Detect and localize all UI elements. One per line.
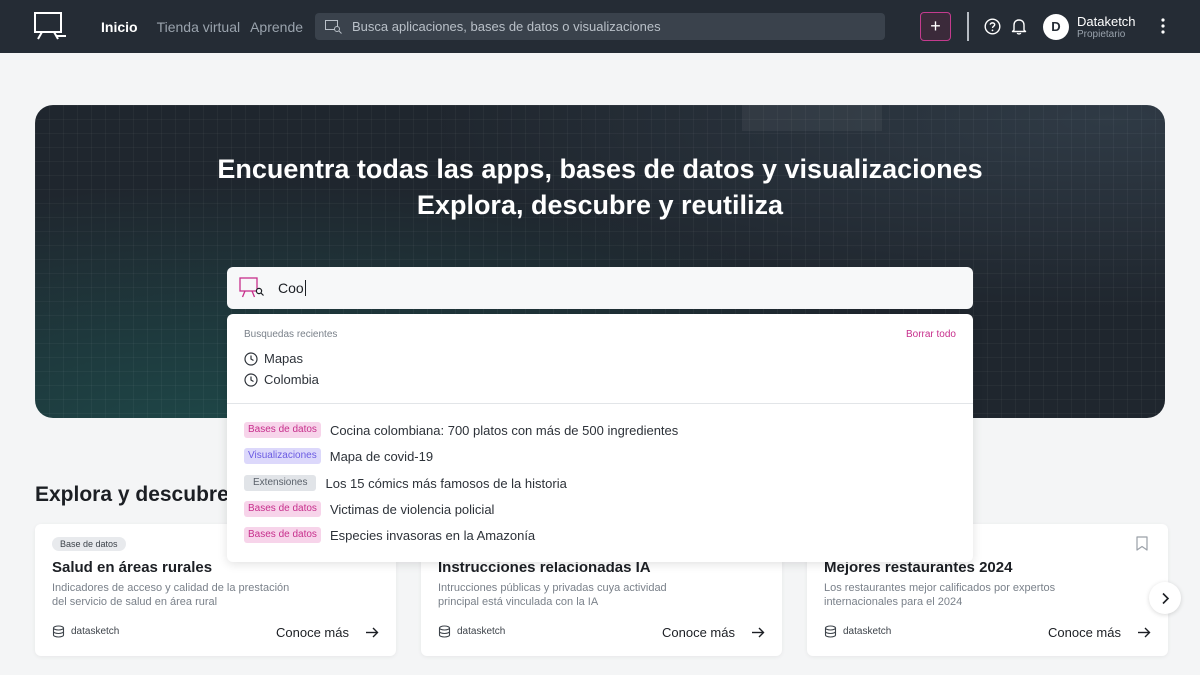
hero-title: Encuentra todas las apps, bases de datos…	[217, 154, 983, 184]
hero-subtitle: Explora, descubre y reutiliza	[416, 190, 784, 220]
result-type-tag: Bases de datos	[244, 501, 321, 517]
main-search-input[interactable]: Coo	[227, 267, 973, 309]
divider	[967, 12, 969, 41]
add-button[interactable]: +	[920, 12, 951, 41]
notification-bell-icon[interactable]	[1011, 17, 1027, 35]
chevron-right-icon	[1161, 592, 1169, 604]
clock-icon	[244, 372, 258, 387]
bookmark-icon[interactable]	[1136, 536, 1148, 551]
result-type-tag: Extensiones	[244, 475, 317, 491]
explore-section-title: Explora y descubre	[35, 483, 229, 506]
card-badge: Base de datos	[52, 537, 126, 551]
result-title: Mapa de covid-19	[329, 448, 434, 464]
arrow-right-icon[interactable]	[751, 627, 765, 638]
card-description: Intrucciones públicas y privadas cuya ac…	[438, 582, 667, 608]
result-title: Victimas de violencia policial	[329, 501, 495, 517]
nav-item-inicio[interactable]: Inicio	[101, 19, 138, 35]
search-icon	[325, 19, 342, 34]
text-caret	[304, 280, 306, 296]
logo-icon[interactable]	[34, 12, 68, 40]
search-logo-icon	[239, 277, 264, 298]
card-source: datasketch	[457, 626, 506, 637]
recent-search-item[interactable]: Colombia	[244, 372, 319, 387]
avatar[interactable]: D	[1043, 14, 1069, 40]
recent-searches-title: Busquedas recientes	[244, 329, 338, 340]
database-icon	[52, 625, 65, 638]
top-search-placeholder: Busca aplicaciones, bases de datos o vis…	[352, 19, 661, 34]
result-title: Cocina colombiana: 700 platos con más de…	[329, 422, 679, 438]
search-result-item[interactable]: Extensiones Los 15 cómics más famosos de…	[244, 475, 567, 491]
search-result-item[interactable]: Visualizaciones Mapa de covid-19	[244, 448, 433, 464]
arrow-right-icon[interactable]	[365, 627, 379, 638]
result-title: Especies invasoras en la Amazonía	[329, 527, 536, 543]
card-source: datasketch	[843, 626, 892, 637]
carousel-next-button[interactable]	[1149, 582, 1181, 614]
card-more-link[interactable]: Conoce más	[276, 625, 349, 640]
search-dropdown: Busquedas recientes Borrar todo Mapas Co…	[227, 314, 973, 562]
user-role: Propietario	[1077, 29, 1126, 40]
more-options-icon[interactable]	[1156, 17, 1170, 35]
hero-decoration	[742, 105, 882, 131]
clock-icon	[244, 351, 258, 366]
dropdown-divider	[227, 403, 973, 404]
search-result-item[interactable]: Bases de datos Cocina colombiana: 700 pl…	[244, 422, 678, 438]
clear-all-button[interactable]: Borrar todo	[906, 329, 956, 340]
nav-item-aprende[interactable]: Aprende	[250, 19, 303, 35]
card-source: datasketch	[71, 626, 120, 637]
recent-search-label: Colombia	[264, 372, 319, 387]
help-icon[interactable]	[984, 18, 1001, 35]
recent-search-label: Mapas	[264, 351, 304, 366]
arrow-right-icon[interactable]	[1137, 627, 1151, 638]
nav-item-tienda-virtual[interactable]: Tienda virtual	[157, 19, 241, 35]
top-search-input[interactable]: Busca aplicaciones, bases de datos o vis…	[315, 13, 885, 40]
top-navigation-bar: Inicio Tienda virtual Aprende Busca apli…	[0, 0, 1200, 53]
result-type-tag: Visualizaciones	[244, 448, 321, 464]
result-type-tag: Bases de datos	[244, 527, 321, 543]
card-description: Indicadores de acceso y calidad de la pr…	[52, 582, 290, 608]
result-title: Los 15 cómics más famosos de la historia	[325, 475, 567, 491]
database-icon	[824, 625, 837, 638]
result-type-tag: Bases de datos	[244, 422, 321, 438]
search-query: Coo	[278, 280, 304, 296]
main-nav: Inicio Tienda virtual Aprende	[101, 0, 313, 53]
search-result-item[interactable]: Bases de datos Victimas de violencia pol…	[244, 501, 494, 517]
database-icon	[438, 625, 451, 638]
user-name: Dataketch	[1077, 14, 1136, 29]
card-title: Salud en áreas rurales	[52, 559, 213, 576]
search-result-item[interactable]: Bases de datos Especies invasoras en la …	[244, 527, 535, 543]
card-description: Los restaurantes mejor calificados por e…	[824, 582, 1056, 608]
card-more-link[interactable]: Conoce más	[662, 625, 735, 640]
card-more-link[interactable]: Conoce más	[1048, 625, 1121, 640]
recent-search-item[interactable]: Mapas	[244, 351, 303, 366]
